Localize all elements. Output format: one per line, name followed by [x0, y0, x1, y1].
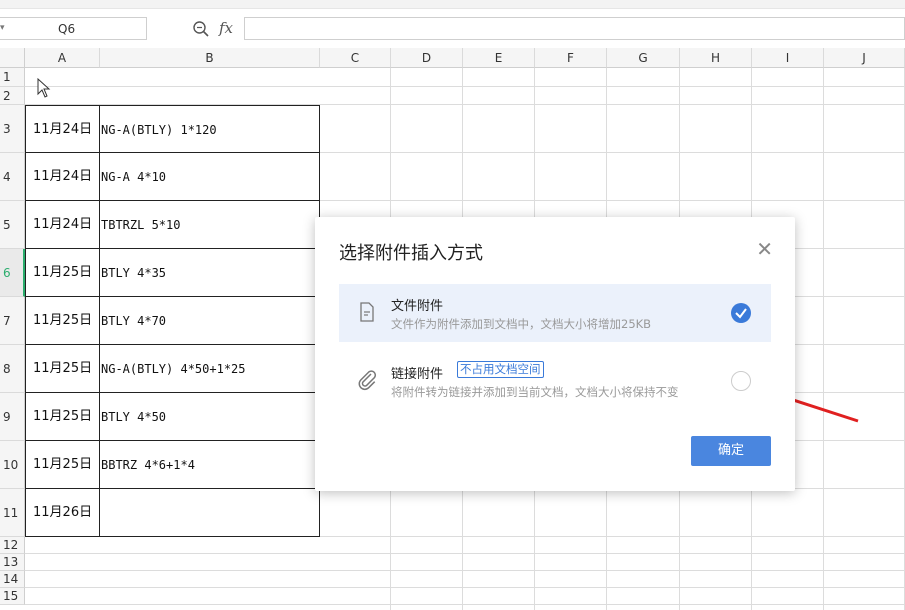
- column-header-a[interactable]: A: [25, 48, 100, 68]
- row-header-10[interactable]: 10: [0, 441, 25, 489]
- cell-a7[interactable]: 11月25日: [25, 297, 100, 345]
- grid-line: [25, 86, 905, 87]
- column-header-i[interactable]: I: [752, 48, 824, 68]
- row-header-15[interactable]: 15: [0, 588, 25, 605]
- option-title: 文件附件: [391, 299, 444, 314]
- row-header-12[interactable]: 12: [0, 537, 25, 554]
- select-all-corner[interactable]: [0, 48, 25, 68]
- close-icon[interactable]: ✕: [756, 239, 773, 259]
- formula-input[interactable]: [244, 17, 905, 40]
- chevron-down-icon[interactable]: ▾: [0, 23, 142, 33]
- cell-a9[interactable]: 11月25日: [25, 393, 100, 441]
- cell-b9[interactable]: BTLY 4*50: [100, 393, 320, 441]
- cell-a5[interactable]: 11月24日: [25, 201, 100, 249]
- paperclip-icon: [358, 370, 376, 391]
- name-box[interactable]: Q6 ▾: [0, 17, 147, 40]
- no-space-badge: 不占用文档空间: [457, 361, 544, 378]
- column-header-j[interactable]: J: [824, 48, 905, 68]
- row-header-1[interactable]: 1: [0, 68, 25, 87]
- column-header-b[interactable]: B: [100, 48, 320, 68]
- column-header-f[interactable]: F: [535, 48, 607, 68]
- cell-b6[interactable]: BTLY 4*35: [100, 249, 320, 297]
- row-header-14[interactable]: 14: [0, 571, 25, 588]
- row-header-2[interactable]: 2: [0, 87, 25, 105]
- formula-bar: Q6 ▾ fx: [0, 0, 905, 48]
- row-header-8[interactable]: 8: [0, 345, 25, 393]
- row-header-11[interactable]: 11: [0, 489, 25, 537]
- grid-line: [25, 570, 905, 571]
- row-header-9[interactable]: 9: [0, 393, 25, 441]
- checkmark-icon[interactable]: [731, 303, 751, 323]
- cell-b11[interactable]: [100, 489, 320, 537]
- cell-a3[interactable]: 11月24日: [25, 105, 100, 153]
- grid-line: [25, 604, 905, 605]
- cell-b5[interactable]: TBTRZL 5*10: [100, 201, 320, 249]
- row-header-7[interactable]: 7: [0, 297, 25, 345]
- column-header-d[interactable]: D: [391, 48, 463, 68]
- option-link-attachment[interactable]: 链接附件 不占用文档空间 将附件转为链接并添加到当前文档，文档大小将保持不变: [339, 352, 771, 410]
- cell-b7[interactable]: BTLY 4*70: [100, 297, 320, 345]
- cell-a4[interactable]: 11月24日: [25, 153, 100, 201]
- radio-button[interactable]: [731, 371, 751, 391]
- row-header-13[interactable]: 13: [0, 554, 25, 571]
- cell-b10[interactable]: BBTRZ 4*6+1*4: [100, 441, 320, 489]
- confirm-button[interactable]: 确定: [691, 436, 771, 466]
- row-header-4[interactable]: 4: [0, 153, 25, 201]
- option-file-attachment[interactable]: 文件附件 文件作为附件添加到文档中，文档大小将增加25KB: [339, 284, 771, 342]
- column-header-g[interactable]: G: [607, 48, 680, 68]
- grid-line: [25, 587, 905, 588]
- cell-a10[interactable]: 11月25日: [25, 441, 100, 489]
- option-desc: 将附件转为链接并添加到当前文档，文档大小将保持不变: [391, 385, 679, 399]
- cell-a8[interactable]: 11月25日: [25, 345, 100, 393]
- cell-b8[interactable]: NG-A(BTLY) 4*50+1*25: [100, 345, 320, 393]
- fx-icon[interactable]: fx: [219, 19, 233, 37]
- cell-b4[interactable]: NG-A 4*10: [100, 153, 320, 201]
- dialog-title: 选择附件插入方式: [339, 243, 483, 264]
- grid-line: [25, 553, 905, 554]
- mouse-cursor-icon: [37, 78, 51, 98]
- zoom-icon[interactable]: [192, 20, 210, 38]
- document-icon: [360, 302, 374, 322]
- cell-a6[interactable]: 11月25日: [25, 249, 100, 297]
- insert-attachment-dialog: 选择附件插入方式 ✕ 文件附件 文件作为附件添加到文档中，文档大小将增加25KB…: [315, 217, 795, 491]
- row-header-3[interactable]: 3: [0, 105, 25, 153]
- row-header-6[interactable]: 6: [0, 249, 25, 297]
- grid-line: [823, 68, 824, 610]
- option-title: 链接附件: [391, 367, 444, 382]
- cell-b3[interactable]: NG-A(BTLY) 1*120: [100, 105, 320, 153]
- column-header-e[interactable]: E: [463, 48, 535, 68]
- row-header-5[interactable]: 5: [0, 201, 25, 249]
- cell-a11[interactable]: 11月26日: [25, 489, 100, 537]
- column-header-c[interactable]: C: [320, 48, 391, 68]
- column-header-h[interactable]: H: [680, 48, 752, 68]
- option-desc: 文件作为附件添加到文档中，文档大小将增加25KB: [391, 317, 652, 331]
- toolbar-strip: [0, 0, 905, 9]
